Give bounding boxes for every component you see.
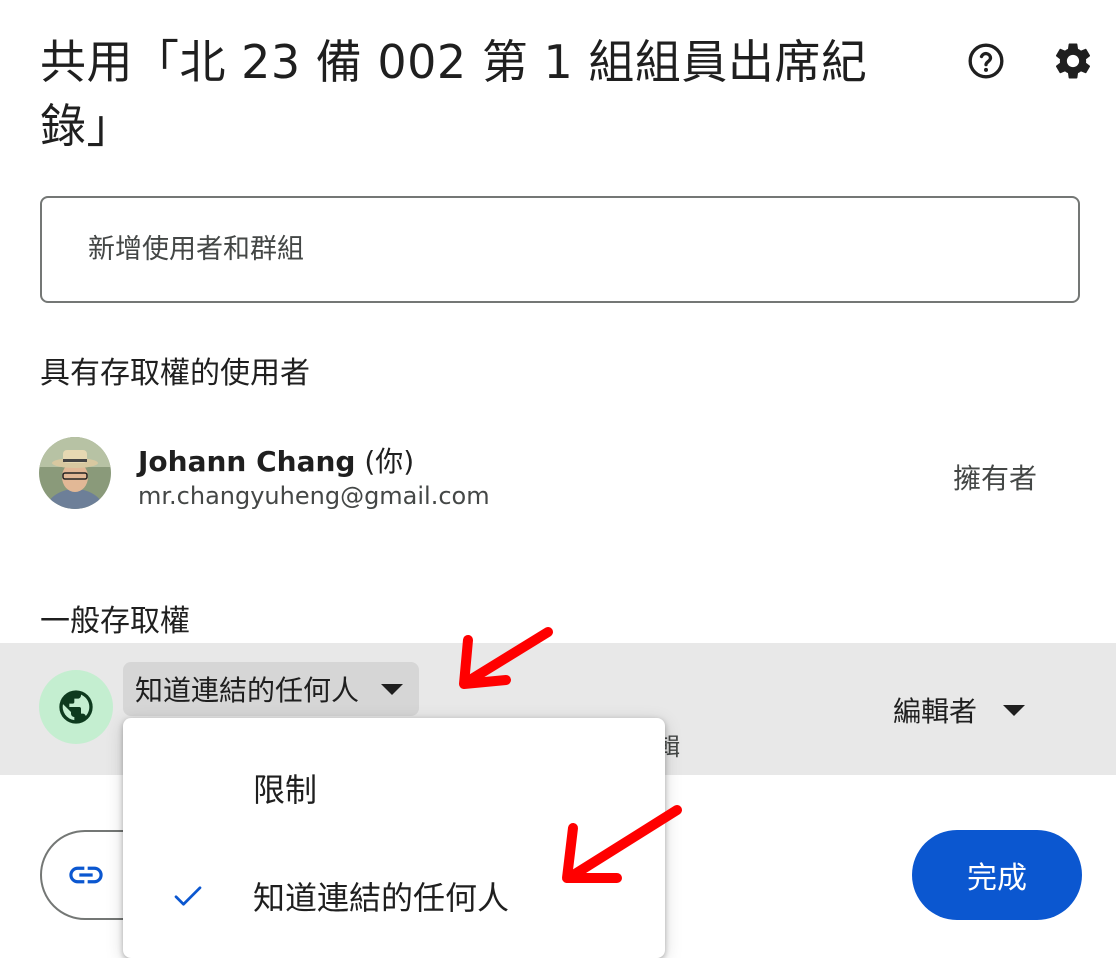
- general-access-selected: 知道連結的任何人: [135, 674, 360, 707]
- user-name-line: Johann Chang (你): [138, 440, 414, 480]
- role-select[interactable]: 編輯者: [893, 690, 1026, 730]
- dialog-title: 共用「北 23 備 002 第 1 組組員出席紀錄」: [40, 35, 868, 153]
- menu-item-anyone-with-link[interactable]: 知道連結的任何人: [123, 846, 665, 946]
- globe-icon: [59, 690, 93, 724]
- avatar: [39, 437, 111, 509]
- you-label: (你): [364, 445, 415, 478]
- role-select-label: 編輯者: [893, 695, 978, 728]
- general-access-select[interactable]: 知道連結的任何人: [123, 662, 420, 716]
- settings-button[interactable]: [1049, 37, 1097, 85]
- user-role-owner: 擁有者: [953, 462, 1038, 495]
- menu-item-label: 限制: [253, 771, 318, 809]
- menu-item-label: 知道連結的任何人: [253, 879, 510, 917]
- user-email: mr.changyuheng@gmail.com: [138, 482, 490, 510]
- caret-down-icon: [381, 683, 404, 695]
- user-name: Johann Chang: [138, 445, 356, 478]
- general-access-menu: 限制 知道連結的任何人: [123, 718, 665, 958]
- done-button[interactable]: 完成: [912, 830, 1082, 920]
- gear-icon: [1055, 43, 1091, 79]
- general-access-heading: 一般存取權: [40, 604, 190, 639]
- link-icon: [69, 866, 103, 884]
- menu-item-restricted[interactable]: 限制: [123, 738, 665, 838]
- people-with-access-heading: 具有存取權的使用者: [40, 356, 310, 391]
- globe-avatar: [39, 670, 113, 744]
- help-button[interactable]: [962, 37, 1010, 85]
- caret-down-icon: [1003, 704, 1026, 716]
- add-people-input[interactable]: [40, 196, 1080, 303]
- help-circle-icon: [968, 43, 1004, 79]
- check-icon: [174, 886, 202, 906]
